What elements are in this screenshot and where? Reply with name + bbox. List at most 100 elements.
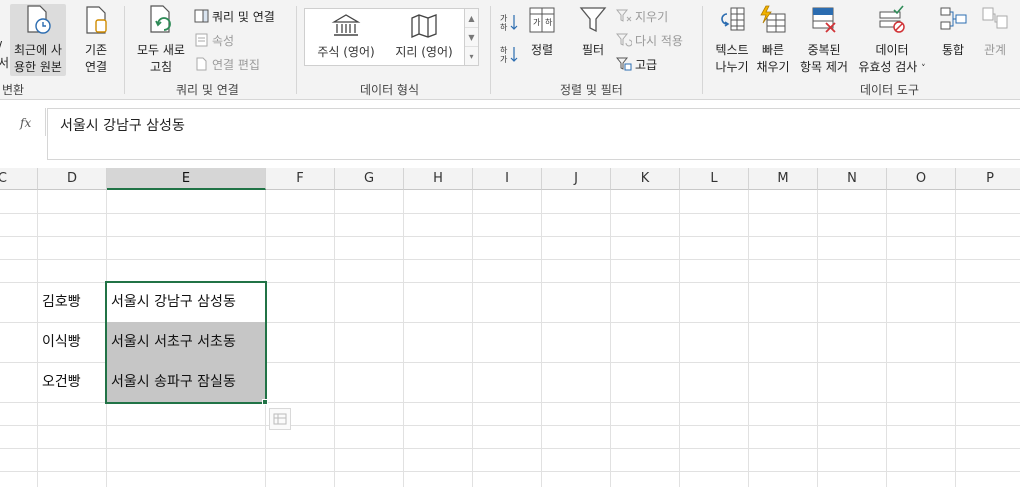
- gridline: [0, 213, 1020, 214]
- worksheet-grid: C D E F G H I J K L M N O P 김호빵 이식빵 오건빵 …: [0, 168, 1020, 487]
- gridline: [817, 190, 818, 487]
- column-header-g[interactable]: G: [335, 168, 404, 190]
- existing-connections-button[interactable]: 기존 연결: [74, 4, 118, 76]
- cell-d5[interactable]: 김호빵: [38, 282, 106, 322]
- clear-filter-icon: [616, 9, 632, 22]
- column-header-f[interactable]: F: [266, 168, 335, 190]
- gridline: [472, 190, 473, 487]
- remove-duplicates-label-1: 중복된: [807, 43, 841, 57]
- ribbon-separator: [124, 6, 125, 94]
- data-validation-label-2: 유효성 검사: [858, 60, 918, 74]
- recent-sources-button[interactable]: 최근에 사 용한 원본: [10, 4, 66, 76]
- sort-dialog-icon: 가 하: [529, 7, 555, 33]
- column-header-c[interactable]: C: [0, 168, 38, 190]
- ribbon: / 서 최근에 사 용한 원본 기존 연결 변환 모두 새로 고침 쿼리 및 연…: [0, 0, 1020, 100]
- column-header-o[interactable]: O: [887, 168, 956, 190]
- cell-e5-active[interactable]: 서울시 강남구 삼성동: [107, 282, 265, 322]
- advanced-filter-button[interactable]: 고급: [616, 54, 657, 74]
- advanced-filter-icon: [616, 57, 632, 71]
- remove-duplicates-button[interactable]: 중복된 항목 제거: [796, 4, 852, 76]
- reapply-button[interactable]: 다시 적용: [616, 30, 683, 50]
- chevron-down-icon: ˅: [921, 64, 926, 74]
- existing-connections-label-2: 연결: [84, 60, 108, 74]
- column-header-m[interactable]: M: [749, 168, 818, 190]
- refresh-all-icon: [150, 5, 171, 33]
- filter-label: 필터: [581, 43, 605, 57]
- cell-d7[interactable]: 오건빵: [38, 362, 106, 402]
- gallery-more-icon[interactable]: ▾: [465, 47, 478, 66]
- insert-function-box: fx: [0, 108, 46, 136]
- column-header-l[interactable]: L: [680, 168, 749, 190]
- stocks-button[interactable]: 주식 (영어): [307, 13, 385, 60]
- gallery-down-arrow-icon[interactable]: ▼: [465, 28, 478, 47]
- recent-sources-label-2: 용한 원본: [14, 60, 62, 74]
- gridline: [886, 190, 887, 487]
- geography-button[interactable]: 지리 (영어): [385, 13, 463, 60]
- sort-descending-button[interactable]: 하가: [500, 44, 518, 64]
- column-header-n[interactable]: N: [818, 168, 887, 190]
- insert-function-icon[interactable]: fx: [20, 116, 31, 130]
- clear-filter-button[interactable]: 지우기: [616, 6, 668, 26]
- consolidate-label: 통합: [941, 43, 965, 57]
- bank-icon: [331, 14, 361, 36]
- data-validation-label-1: 데이터: [875, 43, 909, 57]
- quick-analysis-button[interactable]: [269, 408, 291, 430]
- filter-button[interactable]: 필터: [576, 4, 610, 59]
- gallery-up-arrow-icon[interactable]: ▲: [465, 9, 478, 28]
- gridline: [403, 190, 404, 487]
- queries-connections-icon: [194, 9, 209, 23]
- gridline: [955, 190, 956, 487]
- recent-sources-label-1: 최근에 사: [14, 43, 62, 57]
- column-header-d[interactable]: D: [38, 168, 107, 190]
- flash-fill-label-1: 빠른: [761, 43, 785, 57]
- remove-duplicates-icon: [812, 7, 836, 33]
- data-tools-group-label: 데이터 도구: [860, 83, 920, 97]
- edit-links-button[interactable]: 연결 편집: [194, 54, 260, 74]
- refresh-all-button[interactable]: 모두 새로 고침: [132, 4, 190, 76]
- stocks-label: 주식 (영어): [317, 45, 375, 59]
- gridline: [0, 425, 1020, 426]
- relationships-icon: [982, 7, 1008, 29]
- clear-filter-label: 지우기: [635, 9, 669, 24]
- gridline: [334, 190, 335, 487]
- ribbon-separator: [702, 6, 703, 94]
- properties-button[interactable]: 속성: [194, 30, 234, 50]
- column-header-k[interactable]: K: [611, 168, 680, 190]
- ribbon-separator: [296, 6, 297, 94]
- gridline: [541, 190, 542, 487]
- gridline: [0, 236, 1020, 237]
- column-header-e[interactable]: E: [107, 168, 266, 190]
- gridline: [0, 259, 1020, 260]
- formula-input[interactable]: 서울시 강남구 삼성동: [47, 108, 1020, 160]
- cell-d6[interactable]: 이식빵: [38, 322, 106, 362]
- column-header-h[interactable]: H: [404, 168, 473, 190]
- column-header-i[interactable]: I: [473, 168, 542, 190]
- edit-links-label: 연결 편집: [212, 57, 260, 72]
- sort-label: 정렬: [530, 43, 554, 57]
- reapply-icon: [616, 33, 632, 47]
- consolidate-button[interactable]: 통합: [936, 4, 970, 59]
- relationships-button[interactable]: 관계: [978, 4, 1012, 59]
- flash-fill-button[interactable]: 빠른 채우기: [754, 4, 792, 76]
- text-to-columns-button[interactable]: 텍스트 나누기: [712, 4, 752, 76]
- column-header-p[interactable]: P: [956, 168, 1020, 190]
- column-header-j[interactable]: J: [542, 168, 611, 190]
- fill-handle[interactable]: [262, 399, 268, 405]
- data-validation-icon: [879, 5, 905, 33]
- queries-connections-button[interactable]: 쿼리 및 연결: [194, 6, 275, 26]
- relationships-label: 관계: [983, 43, 1007, 57]
- data-types-gallery: 주식 (영어) 지리 (영어): [304, 8, 465, 66]
- data-validation-button[interactable]: 데이터 유효성 검사 ˅: [854, 4, 930, 78]
- properties-icon: [195, 33, 208, 47]
- sort-ascending-button[interactable]: 가하: [500, 12, 518, 32]
- gridline: [0, 471, 1020, 472]
- refresh-all-label-2: 고침: [149, 60, 173, 74]
- advanced-filter-label: 고급: [635, 57, 658, 72]
- cell-e6[interactable]: 서울시 서초구 서초동: [107, 322, 265, 362]
- clipped-button-text[interactable]: / 서: [0, 38, 9, 72]
- existing-connections-label-1: 기존: [84, 43, 108, 57]
- cell-e7[interactable]: 서울시 송파구 잠실동: [107, 362, 265, 402]
- flash-fill-label-2: 채우기: [756, 60, 790, 74]
- gallery-scroll[interactable]: ▲ ▼ ▾: [465, 8, 479, 66]
- sort-button[interactable]: 가 하 정렬: [526, 4, 558, 59]
